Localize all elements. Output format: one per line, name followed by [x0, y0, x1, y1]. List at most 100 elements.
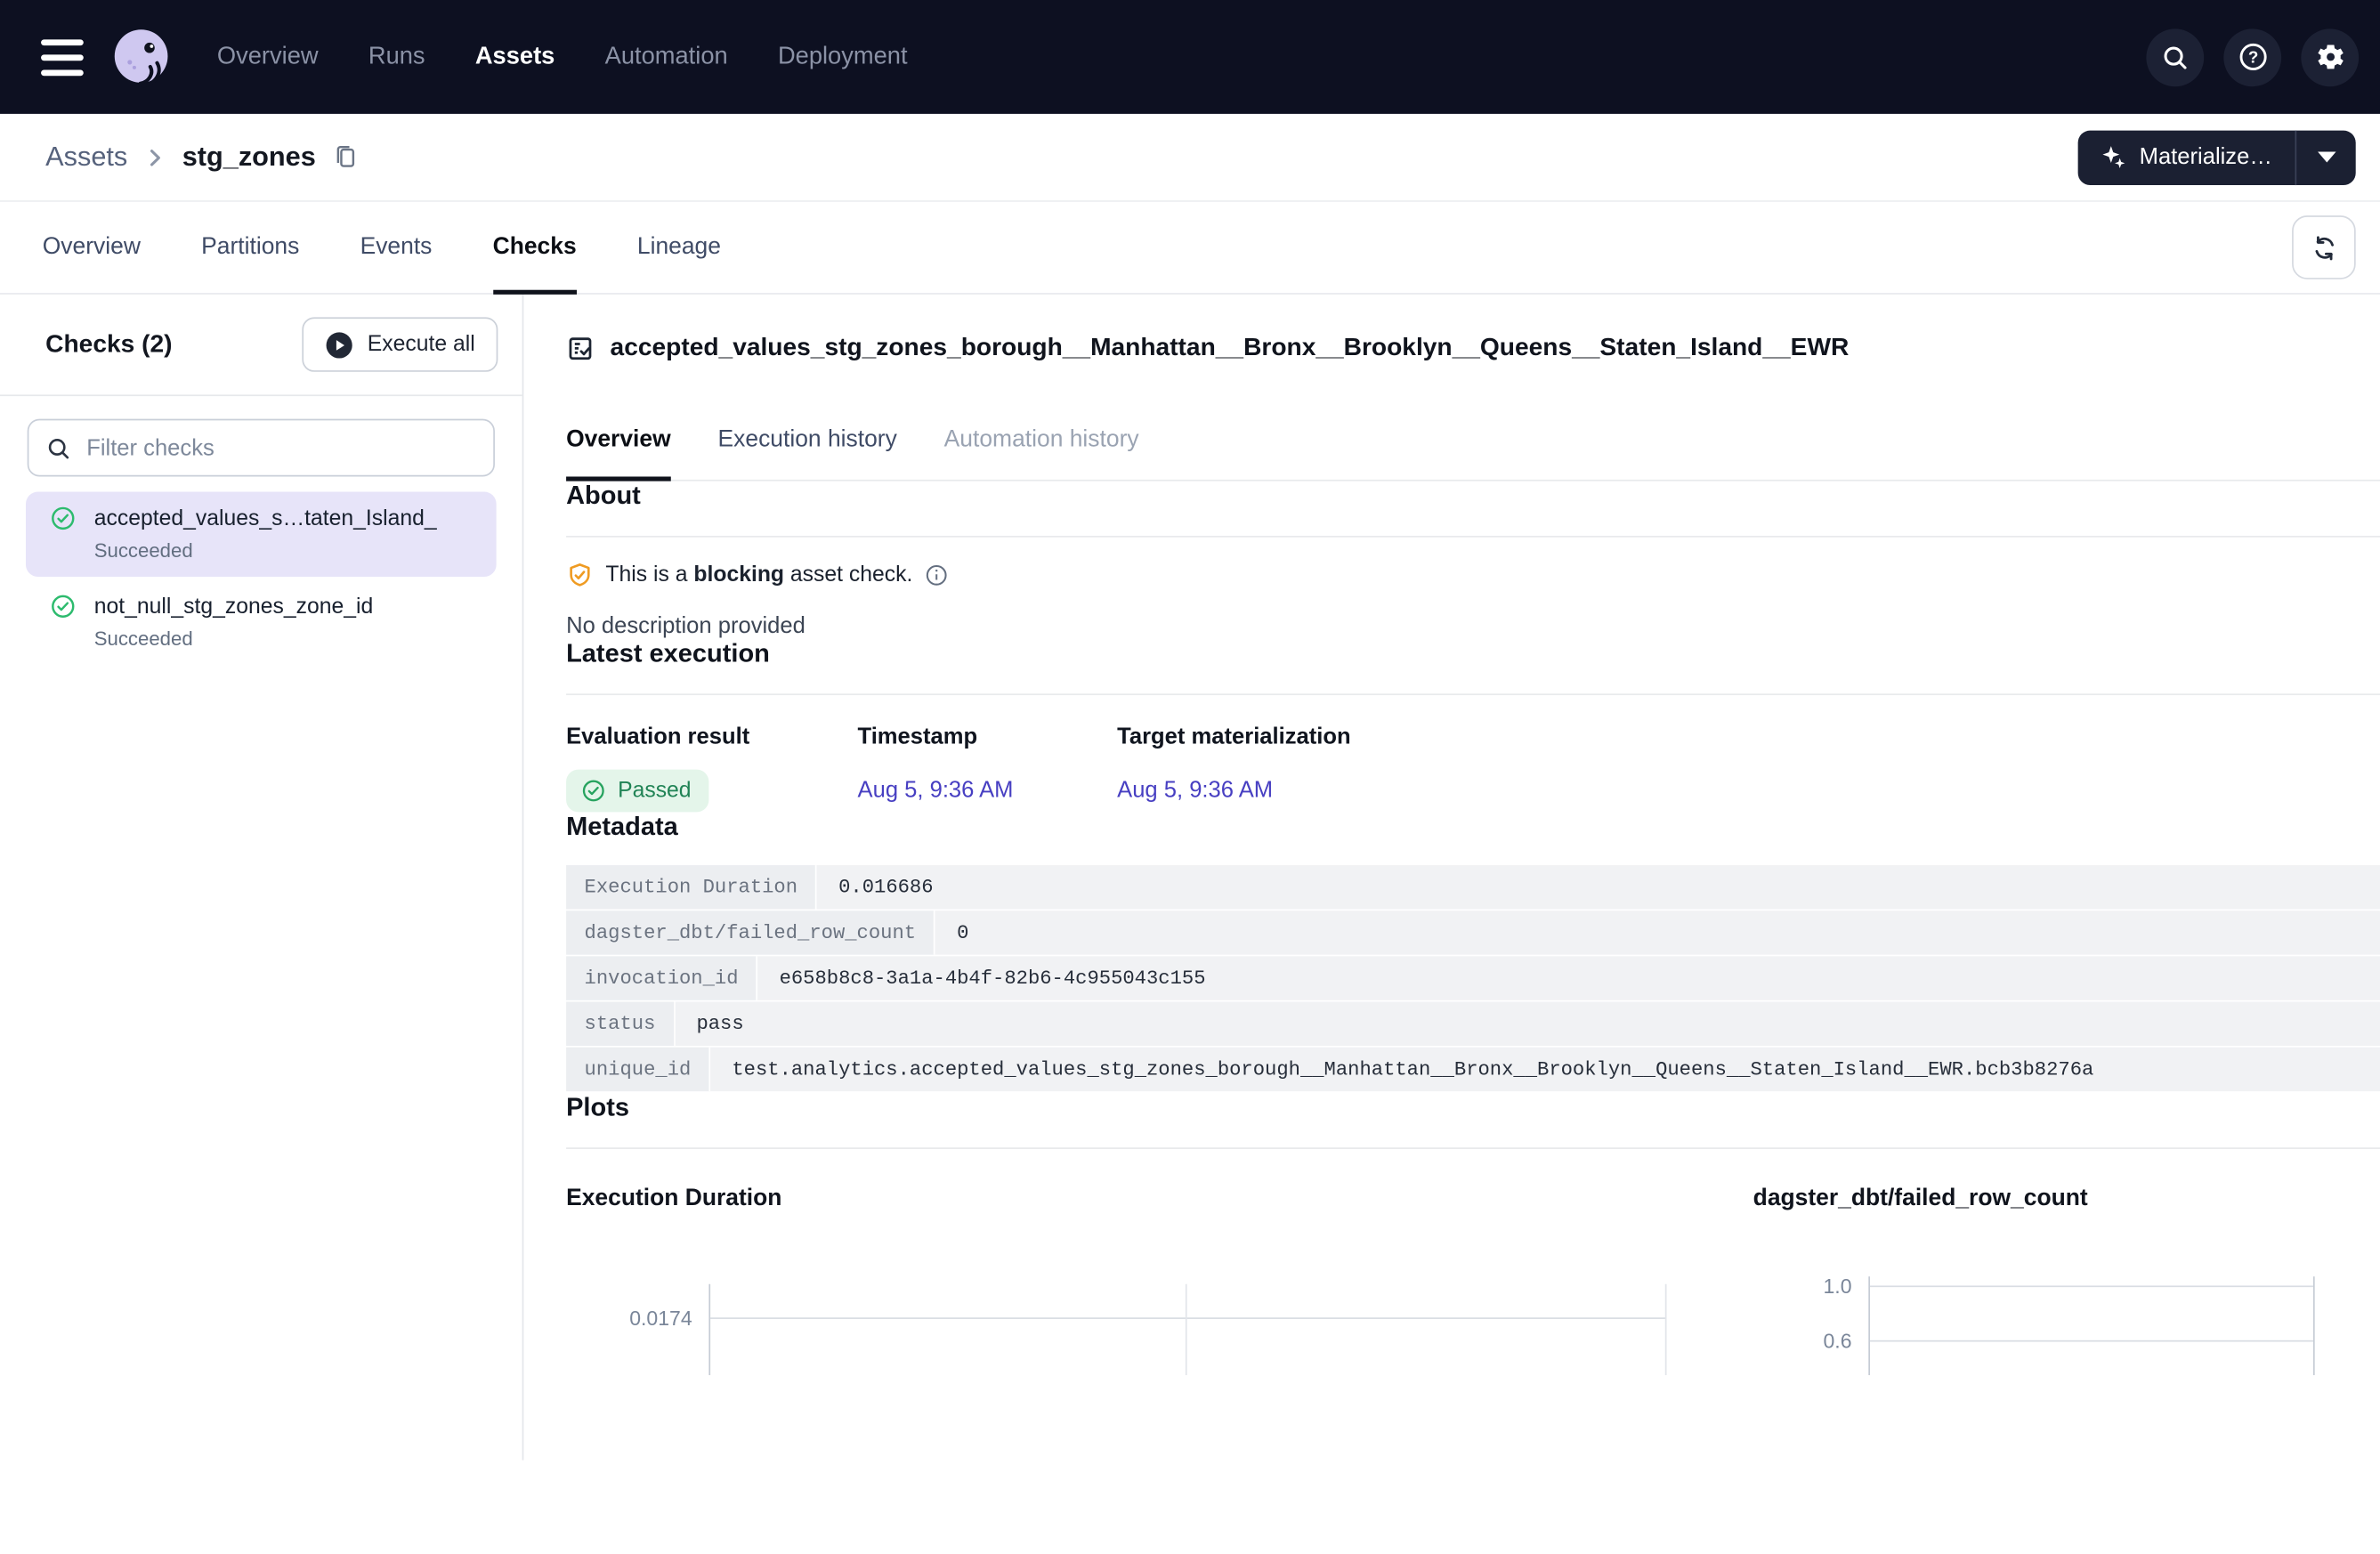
check-item-status: Succeeded	[94, 627, 473, 650]
filter-checks-input[interactable]	[84, 433, 477, 462]
execute-all-button[interactable]: Execute all	[302, 317, 498, 371]
nav-item-automation[interactable]: Automation	[605, 44, 728, 71]
metadata-value: 0.016686	[817, 865, 2380, 909]
asset-tabs: Overview Partitions Events Checks Lineag…	[0, 202, 2380, 295]
passed-badge: Passed	[566, 770, 709, 813]
table-row: dagster_dbt/failed_row_count 0	[566, 911, 2380, 956]
nav-item-overview[interactable]: Overview	[217, 44, 319, 71]
metadata-key: Execution Duration	[566, 865, 817, 909]
help-button[interactable]: ?	[2223, 28, 2281, 86]
checklist-icon	[566, 334, 595, 362]
settings-button[interactable]	[2301, 28, 2359, 86]
tab-partitions[interactable]: Partitions	[201, 202, 299, 293]
page-header: Assets stg_zones Materialize…	[0, 114, 2380, 202]
primary-nav: Overview Runs Assets Automation Deployme…	[217, 44, 908, 71]
y-tick-label: 0.6	[1745, 1330, 1851, 1353]
y-tick-label: 1.0	[1745, 1275, 1851, 1298]
refresh-button[interactable]	[2292, 215, 2356, 279]
gridline	[1870, 1340, 2313, 1342]
chart-title: Execution Duration	[566, 1186, 1670, 1213]
nav-item-assets[interactable]: Assets	[475, 44, 555, 71]
info-icon[interactable]	[925, 563, 949, 587]
refresh-icon	[2308, 231, 2340, 263]
metadata-value: e658b8c8-3a1a-4b4f-82b6-4c955043c155	[758, 956, 2380, 1000]
timestamp-link[interactable]: Aug 5, 9:36 AM	[858, 777, 1014, 803]
tab-checks[interactable]: Checks	[493, 202, 577, 293]
menu-icon[interactable]	[41, 38, 84, 75]
table-row: invocation_id e658b8c8-3a1a-4b4f-82b6-4c…	[566, 956, 2380, 1001]
no-description-text: No description provided	[566, 613, 2380, 639]
chart-title: dagster_dbt/failed_row_count	[1753, 1186, 2380, 1213]
chevron-down-icon	[2317, 152, 2335, 163]
gridline	[1186, 1284, 1187, 1375]
latest-execution-headers: Evaluation result Timestamp Target mater…	[566, 724, 2380, 749]
gridline	[1870, 1285, 2313, 1287]
asset-name: stg_zones	[182, 142, 316, 174]
check-detail: accepted_values_stg_zones_borough__Manha…	[523, 295, 2380, 1461]
check-success-icon	[50, 506, 76, 531]
dagster-logo[interactable]	[105, 20, 178, 93]
materialize-split-button: Materialize…	[2078, 130, 2355, 184]
sparkle-icon	[2101, 144, 2127, 170]
dagster-app: Overview Runs Assets Automation Deployme…	[0, 0, 2380, 1554]
search-button[interactable]	[2146, 28, 2204, 86]
table-row: status pass	[566, 1002, 2380, 1048]
materialize-label: Materialize…	[2140, 144, 2272, 170]
evaluation-result-cell: Passed	[566, 770, 857, 813]
col-timestamp: Timestamp	[858, 724, 1118, 749]
metadata-value: pass	[676, 1002, 2380, 1046]
checks-panel-header: Checks (2) Execute all	[0, 295, 522, 396]
gridline	[710, 1317, 1666, 1319]
check-list-item-not-null[interactable]: not_null_stg_zones_zone_id Succeeded	[26, 579, 497, 665]
about-heading: About	[566, 482, 2380, 512]
execute-all-label: Execute all	[368, 332, 475, 356]
metadata-table: Execution Duration 0.016686 dagster_dbt/…	[566, 865, 2380, 1093]
metadata-key: invocation_id	[566, 956, 758, 1000]
y-tick-label: 0.0174	[586, 1307, 692, 1330]
chevron-right-icon	[142, 145, 166, 169]
check-success-icon	[581, 779, 605, 803]
chart-plot-area: 1.0 0.6	[1868, 1276, 2314, 1375]
section-divider	[566, 1147, 2380, 1149]
metadata-key: dagster_dbt/failed_row_count	[566, 911, 935, 954]
check-item-status: Succeeded	[94, 538, 473, 562]
checks-count-title: Checks (2)	[45, 330, 172, 359]
latest-execution-heading: Latest execution	[566, 639, 2380, 669]
target-materialization-link[interactable]: Aug 5, 9:36 AM	[1117, 777, 1273, 803]
chart-failed-row-count: dagster_dbt/failed_row_count 1.0 0.6	[1753, 1186, 2380, 1375]
materialize-button[interactable]: Materialize…	[2078, 130, 2295, 184]
metadata-key: status	[566, 1002, 675, 1046]
tab-check-overview[interactable]: Overview	[566, 426, 671, 480]
check-success-icon	[50, 594, 76, 619]
filter-checks-field	[28, 419, 495, 477]
latest-execution-values: Passed Aug 5, 9:36 AM Aug 5, 9:36 AM	[566, 770, 2380, 813]
metadata-value: 0	[935, 911, 2380, 954]
col-target-materialization: Target materialization	[1117, 724, 1351, 749]
metadata-heading: Metadata	[566, 812, 2380, 842]
tab-automation-history[interactable]: Automation history	[944, 426, 1139, 480]
search-icon	[45, 435, 71, 461]
passed-label: Passed	[618, 779, 691, 803]
tab-lineage[interactable]: Lineage	[637, 202, 721, 293]
chart-plot-area: 0.0174	[708, 1284, 1666, 1375]
blocking-text: This is a blocking asset check.	[605, 563, 912, 587]
check-title: accepted_values_stg_zones_borough__Manha…	[611, 334, 1850, 362]
tab-events[interactable]: Events	[360, 202, 433, 293]
col-evaluation-result: Evaluation result	[566, 724, 857, 749]
settings-icon	[2314, 41, 2346, 73]
top-nav: Overview Runs Assets Automation Deployme…	[0, 0, 2380, 114]
gridline	[1665, 1284, 1667, 1375]
nav-item-deployment[interactable]: Deployment	[778, 44, 908, 71]
nav-item-runs[interactable]: Runs	[368, 44, 425, 71]
copy-icon[interactable]	[331, 142, 360, 171]
breadcrumb-assets-link[interactable]: Assets	[45, 142, 127, 174]
materialize-dropdown-button[interactable]	[2296, 130, 2356, 184]
tab-execution-history[interactable]: Execution history	[718, 426, 897, 480]
content-split: Checks (2) Execute all accepted_values_s…	[0, 295, 2380, 1461]
check-list-item-accepted-values[interactable]: accepted_values_s…taten_Island_ Succeede…	[26, 492, 497, 578]
metadata-value: test.analytics.accepted_values_stg_zones…	[710, 1048, 2380, 1091]
help-icon: ?	[2237, 41, 2269, 73]
plots-heading: Plots	[566, 1093, 2380, 1123]
tab-overview[interactable]: Overview	[43, 202, 141, 293]
plots-row: Execution Duration 0.0174 dagster_dbt/fa…	[566, 1186, 2380, 1375]
